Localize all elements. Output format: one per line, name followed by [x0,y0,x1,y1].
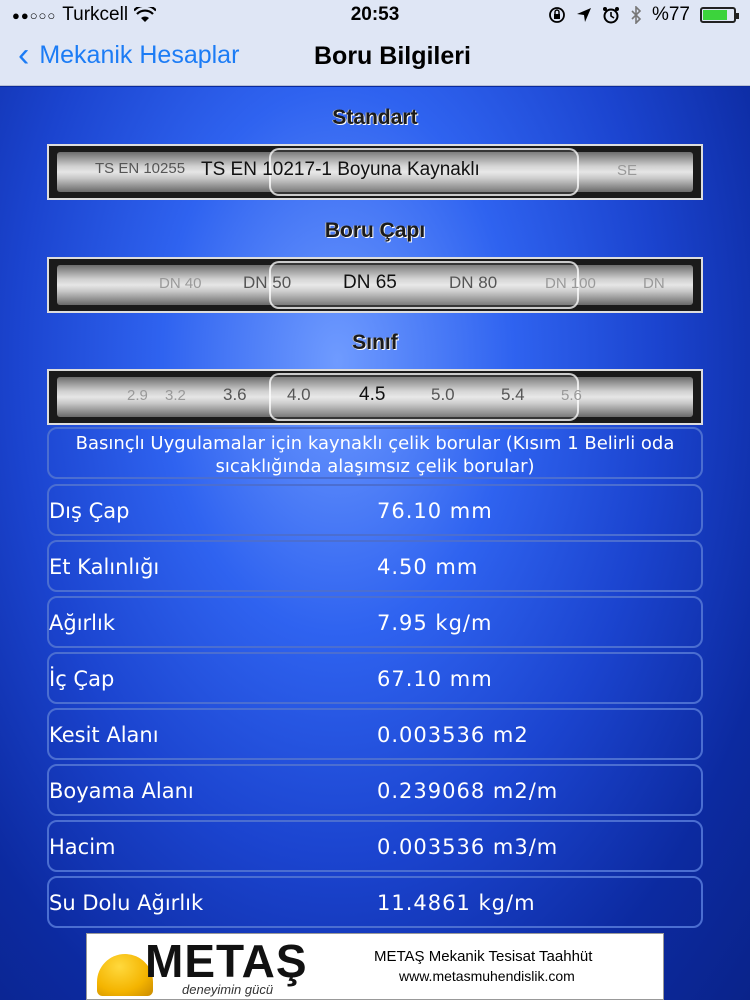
result-row-outer-diameter: Dış Çap 76.10 mm [47,484,703,536]
result-row-weight: Ağırlık 7.95 kg/m [47,596,703,648]
picker-option[interactable]: 4.0 [287,385,311,405]
diameter-section-label: Boru Çapı [324,219,426,242]
result-value: 7.95 kg/m [377,611,493,635]
result-label: Su Dolu Ağırlık [49,891,204,915]
picker-option[interactable]: 2.9 [127,387,148,404]
class-section-label: Sınıf [352,331,398,354]
chevron-left-icon: ‹ [18,36,30,74]
picker-selected-option[interactable]: 4.5 [359,384,385,406]
result-label: Et Kalınlığı [49,555,160,579]
picker-option[interactable]: 5.0 [431,385,455,405]
result-label: Kesit Alanı [49,723,159,747]
picker-option[interactable]: 5.4 [501,385,525,405]
back-button[interactable]: ‹ Mekanik Hesaplar [18,36,240,74]
picker-option[interactable]: TS EN 10255 [95,160,185,177]
result-value: 0.003536 m2 [377,723,529,747]
result-label: Dış Çap [49,499,130,523]
picker-option[interactable]: DN 80 [449,273,497,293]
result-label: Hacim [49,835,116,859]
picker-option[interactable]: DN 100 [545,275,596,292]
picker-option[interactable]: DN 50 [243,273,291,293]
navigation-bar: ‹ Mekanik Hesaplar Boru Bilgileri [0,30,750,86]
status-bar: ●●○○○ Turkcell 20:53 %77 [0,0,750,30]
diameter-picker[interactable]: DN 40 DN 50 DN 65 DN 80 DN 100 DN [47,257,703,313]
rotation-lock-icon [549,7,565,23]
picker-option[interactable]: DN [643,275,665,292]
result-row-water-filled-weight: Su Dolu Ağırlık 11.4861 kg/m [47,876,703,928]
page-title: Boru Bilgileri [314,42,471,70]
company-website-link[interactable]: www.metasmuhendislik.com [399,968,575,984]
picker-option[interactable]: 3.6 [223,385,247,405]
result-row-volume: Hacim 0.003536 m3/m [47,820,703,872]
brand-tagline: deneyimin gücü [182,982,274,997]
picker-option[interactable]: DN 40 [159,275,202,292]
result-label: İç Çap [49,667,115,691]
company-name: METAŞ Mekanik Tesisat Taahhüt [374,948,593,965]
result-row-paint-area: Boyama Alanı 0.239068 m2/m [47,764,703,816]
status-icons: %77 [548,4,739,26]
battery-percentage: %77 [651,4,690,25]
standard-description: Basınçlı Uygulamalar için kaynaklı çelik… [47,427,703,479]
brand-logo-text: METAŞ [145,935,308,987]
picker-selected-option[interactable]: DN 65 [343,272,397,294]
result-value: 76.10 mm [377,499,493,523]
standard-section-label: Standart [332,106,418,129]
result-value: 4.50 mm [377,555,479,579]
location-icon [576,8,591,22]
picker-option[interactable]: 3.2 [165,387,186,404]
picker-option[interactable]: 5.6 [561,387,582,404]
picker-selected-option[interactable]: TS EN 10217-1 Boyuna Kaynaklı [201,159,480,181]
result-value: 11.4861 kg/m [377,891,536,915]
result-value: 67.10 mm [377,667,493,691]
result-row-cross-section-area: Kesit Alanı 0.003536 m2 [47,708,703,760]
advertisement-banner[interactable]: METAŞ deneyimin gücü METAŞ Mekanik Tesis… [86,933,664,1000]
standard-picker[interactable]: TS EN 10255 TS EN 10217-1 Boyuna Kaynakl… [47,144,703,200]
result-label: Boyama Alanı [49,779,194,803]
result-value: 0.239068 m2/m [377,779,559,803]
result-label: Ağırlık [49,611,115,635]
bluetooth-icon [631,6,642,24]
picker-option[interactable]: SE [617,162,637,179]
result-row-wall-thickness: Et Kalınlığı 4.50 mm [47,540,703,592]
result-row-inner-diameter: İç Çap 67.10 mm [47,652,703,704]
back-button-label: Mekanik Hesaplar [39,40,240,69]
class-picker[interactable]: 2.9 3.2 3.6 4.0 4.5 5.0 5.4 5.6 [47,369,703,425]
alarm-icon [602,7,619,24]
battery-icon [700,7,739,23]
result-value: 0.003536 m3/m [377,835,559,859]
